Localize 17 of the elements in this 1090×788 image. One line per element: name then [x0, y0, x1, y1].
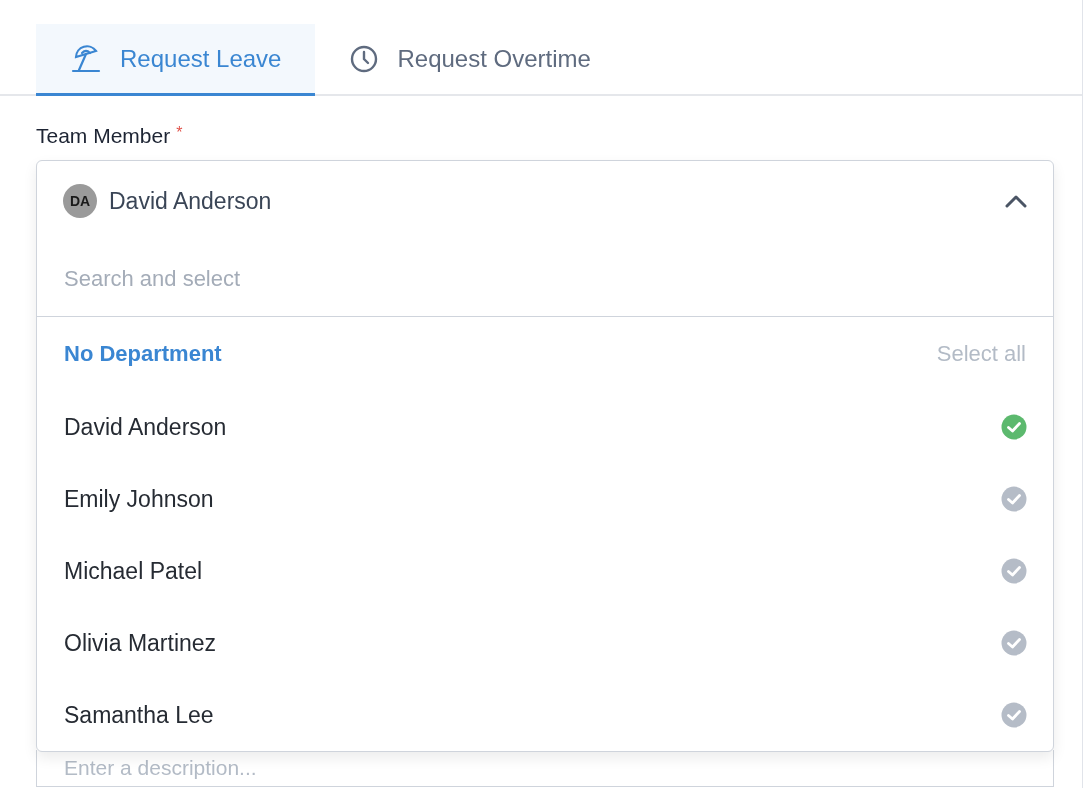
- tab[interactable]: Request Overtime: [315, 24, 625, 96]
- selected-value: David Anderson: [109, 187, 273, 215]
- required-mark: *: [176, 124, 183, 143]
- team-member-dropdown[interactable]: DA David Anderson Search and select No Department Select all David Anderson Emily Johnson Michael Patel Olivia Martinez Samantha Lee: [36, 160, 1054, 752]
- beach-umbrella-icon: [70, 42, 102, 75]
- tab[interactable]: Request Leave: [36, 24, 316, 96]
- member-option[interactable]: David Anderson: [37, 391, 1053, 463]
- clock-icon: [349, 43, 380, 74]
- chevron-icon[interactable]: [1005, 194, 1027, 208]
- member-option[interactable]: Emily Johnson: [37, 463, 1053, 535]
- group-heading: No Department: [64, 341, 222, 367]
- member-option[interactable]: Olivia Martinez: [37, 607, 1053, 679]
- member-option[interactable]: Samantha Lee: [37, 679, 1053, 751]
- avatar: DA: [63, 184, 97, 218]
- search-field[interactable]: Search and select: [37, 241, 1053, 317]
- member-option[interactable]: Michael Patel: [37, 535, 1053, 607]
- field-label: Team Member: [36, 124, 171, 148]
